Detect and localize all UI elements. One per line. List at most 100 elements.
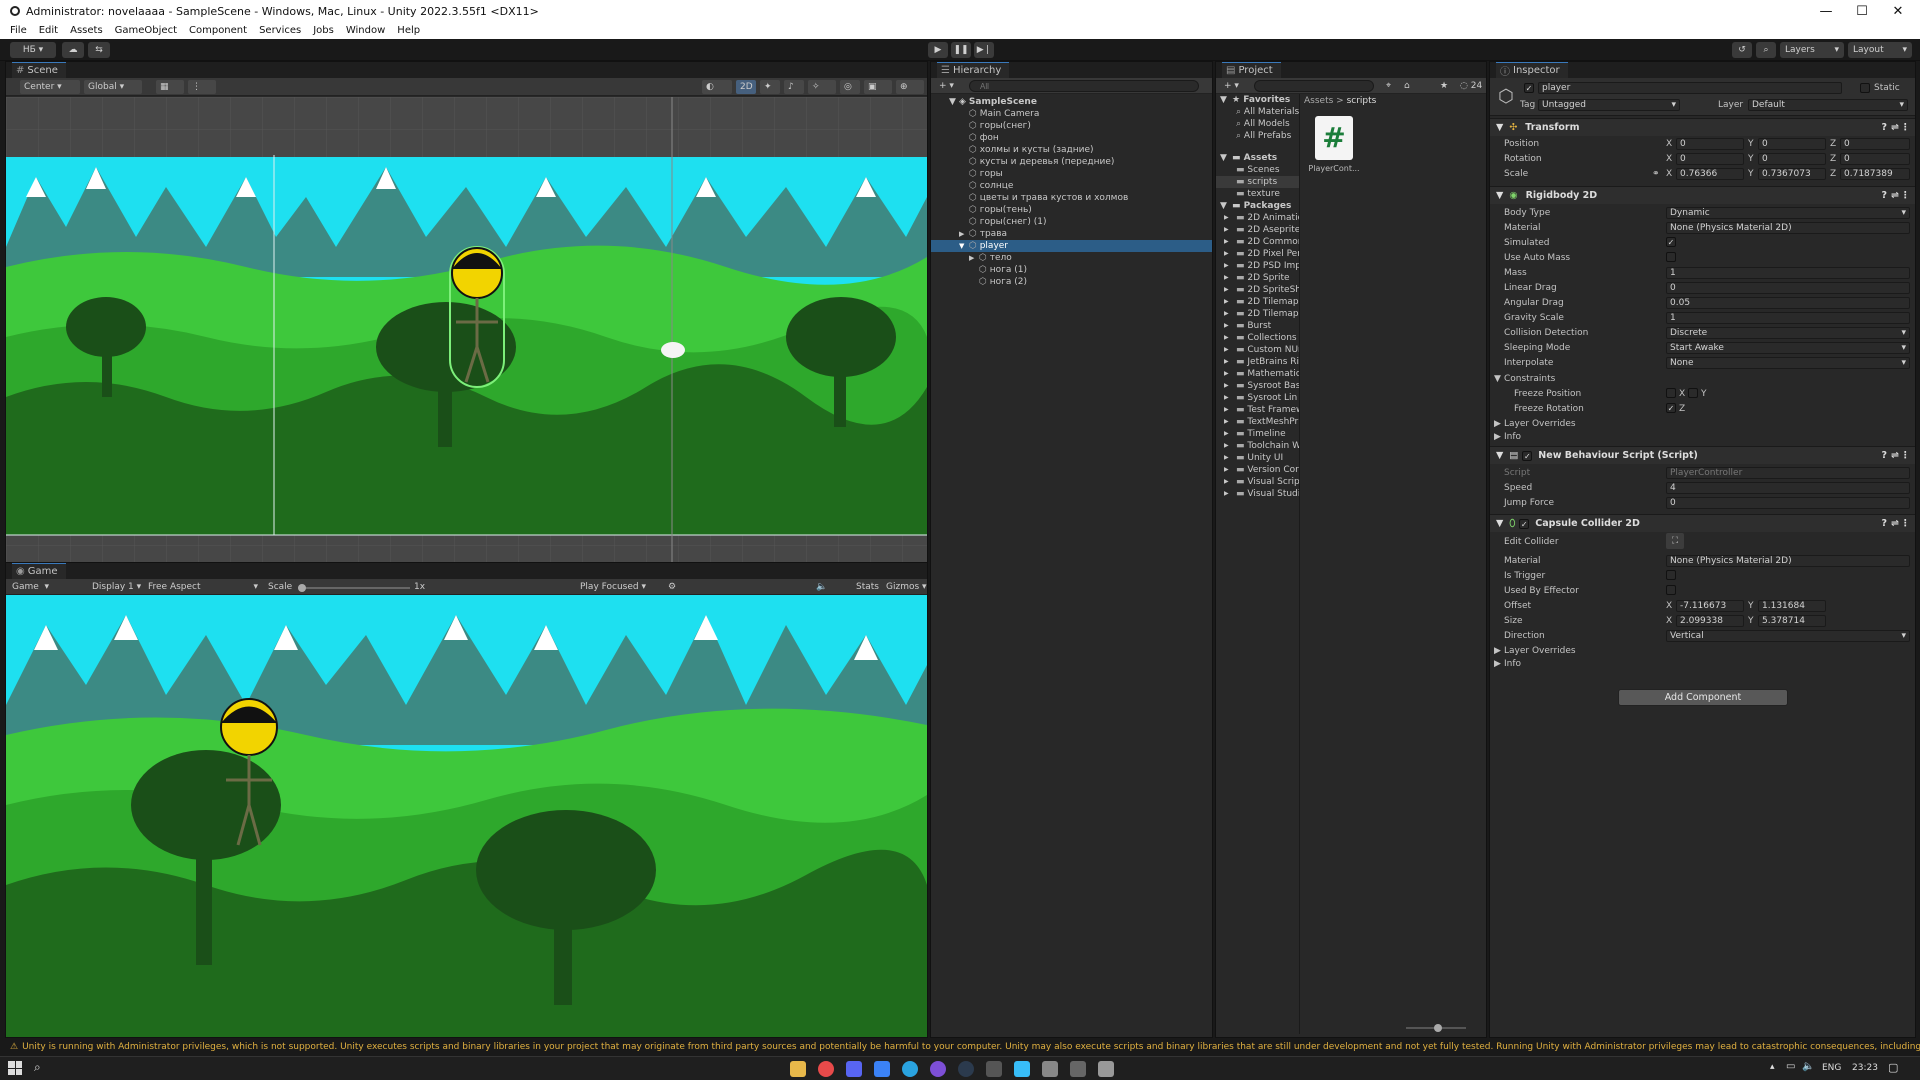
help-icon[interactable]: ?: [1881, 190, 1887, 201]
expand-arrow-icon[interactable]: ▶: [1224, 428, 1229, 440]
scale-slider-thumb[interactable]: [298, 584, 306, 592]
active-checkbox[interactable]: ✓: [1524, 83, 1534, 93]
hierarchy-item[interactable]: ⬡ горы(снег) (1): [931, 216, 1212, 228]
transform-header[interactable]: ▼ ✣ Transform ? ⇌ ⋮: [1490, 118, 1915, 136]
aspect-dropdown[interactable]: Free Aspect ▾: [144, 580, 262, 594]
component-menu-icon[interactable]: ⋮: [1901, 518, 1911, 529]
script-enabled-checkbox[interactable]: ✓: [1522, 450, 1533, 461]
mute-audio-icon[interactable]: 🔈: [812, 580, 831, 594]
scale-x-field[interactable]: 0.76366: [1676, 167, 1744, 180]
expand-arrow-icon[interactable]: ▶: [1224, 212, 1229, 224]
favorite-item[interactable]: ⌕ All Prefabs: [1216, 130, 1299, 142]
freeze-rotation-z-checkbox[interactable]: ✓: [1666, 403, 1676, 413]
asset-folder[interactable]: ▬ scripts: [1216, 176, 1299, 188]
preset-icon[interactable]: ⇌: [1891, 518, 1899, 529]
expand-arrow-icon[interactable]: ▶: [1224, 464, 1229, 476]
offset-x-field[interactable]: -7.116673: [1676, 599, 1744, 612]
expand-arrow-icon[interactable]: ▶: [1224, 332, 1229, 344]
hierarchy-item[interactable]: ⬡ нога (2): [931, 276, 1212, 288]
component-menu-icon[interactable]: ⋮: [1901, 190, 1911, 201]
tab-inspector[interactable]: ⓘ Inspector: [1496, 62, 1568, 78]
expand-arrow-icon[interactable]: ▶: [1224, 356, 1229, 368]
pause-button[interactable]: ❚❚: [951, 42, 971, 58]
rigidbody-object-field[interactable]: None (Physics Material 2D): [1666, 221, 1910, 234]
create-button[interactable]: + ▾: [935, 79, 958, 93]
script-header[interactable]: ▼ ▤ ✓ New Behaviour Script (Script) ? ⇌ ⋮: [1490, 446, 1915, 464]
gizmos-dropdown[interactable]: Gizmos ▾: [882, 580, 927, 594]
position-x-field[interactable]: 0: [1676, 137, 1744, 150]
cloud-icon[interactable]: ☁: [62, 42, 84, 58]
jump-force-field[interactable]: 0: [1666, 496, 1910, 509]
clock[interactable]: 23:23: [1852, 1063, 1878, 1073]
expand-arrow-icon[interactable]: ▶: [959, 228, 964, 240]
filter-label-icon[interactable]: ⌂: [1400, 79, 1414, 93]
scene-viewport[interactable]: [6, 97, 927, 563]
close-button[interactable]: ✕: [1876, 0, 1920, 22]
filter-type-icon[interactable]: ⌖: [1382, 79, 1395, 93]
steam-icon[interactable]: [958, 1061, 974, 1077]
tab-game[interactable]: ◉ Game: [12, 563, 66, 579]
rigidbody-checkbox[interactable]: [1666, 252, 1676, 262]
tag-dropdown[interactable]: Untagged ▾: [1538, 99, 1680, 111]
rigidbody-field[interactable]: 1: [1666, 266, 1910, 279]
object-name-field[interactable]: player: [1538, 82, 1842, 94]
favorite-item[interactable]: ⌕ All Materials: [1216, 106, 1299, 118]
rigidbody-dropdown[interactable]: Discrete ▾: [1666, 326, 1910, 339]
icon-size-slider[interactable]: [1406, 1024, 1466, 1032]
search-icon[interactable]: ⌕: [1756, 42, 1776, 58]
expand-arrow-icon[interactable]: ▶: [1224, 272, 1229, 284]
direction-dropdown[interactable]: Vertical ▾: [1666, 629, 1910, 642]
notifications-icon[interactable]: ▢: [1888, 1061, 1898, 1074]
rigidbody-field[interactable]: 0.05: [1666, 296, 1910, 309]
package-folder[interactable]: ▶ ▬ Sysroot Bas: [1216, 380, 1299, 392]
hierarchy-item[interactable]: ⬡ горы(тень): [931, 204, 1212, 216]
expand-arrow-icon[interactable]: ▶: [1224, 308, 1229, 320]
hierarchy-item[interactable]: ▶ ⬡ тело: [931, 252, 1212, 264]
camera-icon[interactable]: ▣: [864, 80, 892, 94]
freeze-position-x-checkbox[interactable]: [1666, 388, 1676, 398]
space-dropdown[interactable]: Global ▾: [84, 80, 142, 94]
game-view-dropdown[interactable]: Game ▾: [8, 580, 74, 594]
help-icon[interactable]: ?: [1881, 518, 1887, 529]
menu-file[interactable]: File: [10, 25, 27, 36]
capsule-material-field[interactable]: None (Physics Material 2D): [1666, 554, 1910, 567]
layout-dropdown[interactable]: Layout ▾: [1848, 42, 1912, 58]
rotation-y-field[interactable]: 0: [1758, 152, 1826, 165]
breadcrumb-scripts[interactable]: scripts: [1347, 96, 1377, 106]
rigidbody-field[interactable]: 1: [1666, 311, 1910, 324]
expand-arrow-icon[interactable]: ▶: [1224, 236, 1229, 248]
rotation-x-field[interactable]: 0: [1676, 152, 1744, 165]
app-icon[interactable]: [1070, 1061, 1086, 1077]
preset-icon[interactable]: ⇌: [1891, 122, 1899, 133]
capsule-info-row[interactable]: ▶ Info: [1490, 656, 1915, 671]
constraints-row[interactable]: ▼ Constraints: [1490, 371, 1915, 386]
assets-header[interactable]: ▼ ▬ Assets: [1216, 152, 1299, 164]
expand-arrow-icon[interactable]: ▶: [969, 252, 974, 264]
size-x-field[interactable]: 2.099338: [1676, 614, 1744, 627]
grid-snap-icon[interactable]: ▦: [156, 80, 184, 94]
capsule-header[interactable]: ▼ ⬯ ✓ Capsule Collider 2D ? ⇌ ⋮: [1490, 514, 1915, 532]
static-checkbox[interactable]: [1860, 83, 1870, 93]
scene-root[interactable]: ▼ ◈ SampleScene: [931, 96, 1212, 108]
tab-scene[interactable]: # Scene: [12, 62, 66, 78]
search-icon[interactable]: ⌕: [34, 1060, 41, 1075]
package-folder[interactable]: ▶ ▬ 2D PSD Imp: [1216, 260, 1299, 272]
package-folder[interactable]: ▶ ▬ 2D Pixel Per: [1216, 248, 1299, 260]
capsule-enabled-checkbox[interactable]: ✓: [1519, 518, 1530, 529]
favorite-star-icon[interactable]: ★: [1436, 79, 1452, 93]
play-focused-dropdown[interactable]: Play Focused ▾: [576, 580, 660, 594]
menu-gameobject[interactable]: GameObject: [115, 25, 177, 36]
viber-icon[interactable]: [930, 1061, 946, 1077]
unity-editor-icon[interactable]: [1098, 1061, 1114, 1077]
project-search-input[interactable]: [1254, 80, 1374, 92]
lighting-icon[interactable]: ✦: [760, 80, 780, 94]
expand-arrow-icon[interactable]: ▶: [1224, 320, 1229, 332]
expand-arrow-icon[interactable]: ▶: [1224, 404, 1229, 416]
discord-icon[interactable]: [846, 1061, 862, 1077]
rigidbody-field[interactable]: 0: [1666, 281, 1910, 294]
scale-slider[interactable]: [298, 584, 410, 592]
stats-button[interactable]: Stats: [852, 580, 883, 594]
package-folder[interactable]: ▶ ▬ Custom NUn: [1216, 344, 1299, 356]
used-by-effector-checkbox[interactable]: [1666, 585, 1676, 595]
package-folder[interactable]: ▶ ▬ Burst: [1216, 320, 1299, 332]
